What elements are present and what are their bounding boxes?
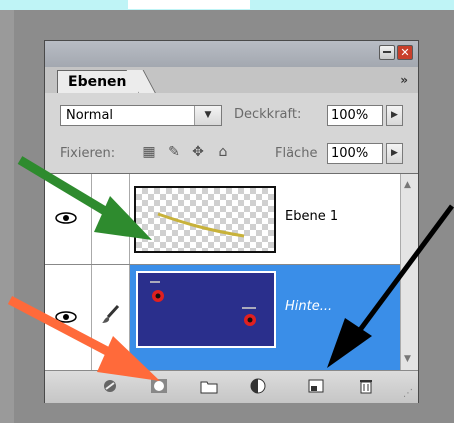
scroll-up-icon[interactable]: ▲ bbox=[404, 180, 411, 190]
close-button[interactable]: ✕ bbox=[397, 45, 413, 60]
layer-name: Hinte... bbox=[285, 299, 333, 314]
layers-scrollbar[interactable]: ▲ ▼ bbox=[400, 174, 418, 370]
blend-mode-select[interactable]: Normal ▼ bbox=[60, 105, 222, 126]
panel-titlebar: ✕ bbox=[45, 41, 418, 67]
tab-row: Ebenen » bbox=[45, 67, 418, 94]
opacity-stepper[interactable]: ▶ bbox=[386, 105, 403, 126]
opacity-label: Deckkraft: bbox=[234, 107, 302, 122]
lock-transparency-icon[interactable]: ▦ bbox=[141, 144, 157, 160]
layer-thumbnail bbox=[134, 186, 276, 253]
top-strip bbox=[0, 0, 454, 10]
opacity-input[interactable]: 100% bbox=[327, 105, 383, 126]
layer-name: Ebene 1 bbox=[285, 209, 339, 224]
new-group-icon[interactable] bbox=[200, 378, 218, 394]
blend-opacity-row: Normal ▼ Deckkraft: 100% ▶ bbox=[45, 93, 418, 133]
fill-stepper[interactable]: ▶ bbox=[386, 143, 403, 164]
brush-slot[interactable] bbox=[92, 265, 130, 370]
visibility-toggle[interactable] bbox=[45, 174, 92, 264]
left-band bbox=[0, 10, 14, 423]
new-layer-icon[interactable] bbox=[307, 378, 325, 394]
minimize-button[interactable] bbox=[379, 45, 395, 60]
layers-list: Ebene 1 Hinte... ▲ ▼ bbox=[45, 174, 418, 370]
layers-toolbar: ⋰ bbox=[45, 370, 418, 403]
lock-fill-row: Fixieren: ▦ ✎ ✥ ⌂ Fläche 100% ▶ bbox=[45, 133, 418, 174]
layer-row[interactable]: Ebene 1 bbox=[45, 174, 400, 265]
eye-icon[interactable] bbox=[55, 311, 77, 323]
link-slot[interactable] bbox=[92, 174, 130, 264]
layer-row-selected[interactable]: Hinte... bbox=[45, 265, 400, 370]
lock-label: Fixieren: bbox=[60, 146, 116, 161]
layers-panel: ✕ Ebenen » Normal ▼ Deckkraft: 100% ▶ Fi… bbox=[44, 40, 419, 403]
add-mask-icon[interactable] bbox=[150, 378, 168, 394]
lock-all-icon[interactable]: ⌂ bbox=[215, 144, 231, 160]
eye-icon[interactable] bbox=[55, 212, 77, 224]
stroke-drawing bbox=[157, 212, 245, 238]
link-layers-icon[interactable] bbox=[101, 378, 119, 394]
adjustment-layer-icon[interactable] bbox=[249, 378, 267, 394]
lock-position-icon[interactable]: ✥ bbox=[190, 144, 206, 160]
lock-pixels-icon[interactable]: ✎ bbox=[166, 144, 182, 160]
panel-menu-button[interactable]: » bbox=[400, 73, 408, 87]
brush-icon bbox=[102, 304, 120, 323]
fill-input[interactable]: 100% bbox=[327, 143, 383, 164]
fill-label: Fläche bbox=[275, 146, 318, 161]
visibility-toggle[interactable] bbox=[45, 265, 92, 370]
trash-icon[interactable] bbox=[357, 378, 375, 394]
resize-grip-icon[interactable]: ⋰ bbox=[403, 388, 415, 400]
scroll-down-icon[interactable]: ▼ bbox=[404, 354, 411, 364]
blend-mode-value: Normal bbox=[66, 108, 114, 123]
background-thumbnail bbox=[136, 271, 276, 348]
thumbnail-content bbox=[150, 281, 256, 326]
tab-ebenen[interactable]: Ebenen bbox=[57, 70, 139, 93]
chevron-down-icon[interactable]: ▼ bbox=[194, 106, 221, 125]
